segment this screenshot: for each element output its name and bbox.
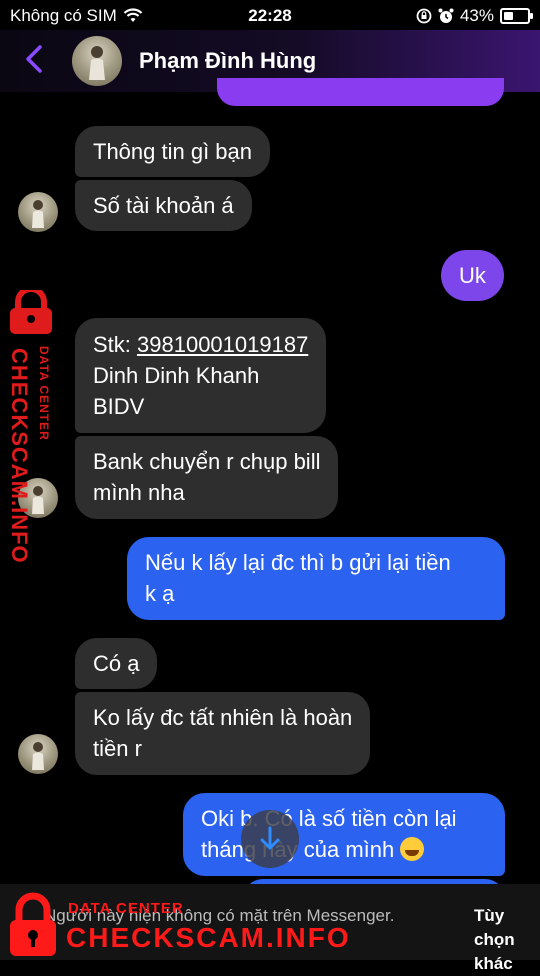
battery-icon <box>500 8 533 24</box>
incoming-message[interactable]: Stk: 39810001019187 Dinh Dinh Khanh BIDV <box>75 318 327 433</box>
message-text: Thông tin gì bạn <box>93 139 253 164</box>
message-line: Ko lấy đc tất nhiên là hoàn <box>93 705 353 730</box>
status-icons: 43% <box>416 6 533 26</box>
sender-avatar[interactable] <box>18 192 58 232</box>
message-line: k ạ <box>145 581 175 606</box>
incoming-message[interactable]: Thông tin gì bạn <box>75 126 271 177</box>
message-line: mình nha <box>93 480 185 505</box>
previous-outgoing-bubble <box>217 78 504 106</box>
battery-level <box>504 12 514 20</box>
outgoing-message[interactable]: Oki b. Có là số tiền còn lại tháng này c… <box>183 793 505 876</box>
account-line: Stk: 39810001019187 <box>93 329 308 360</box>
sender-avatar[interactable] <box>18 734 58 774</box>
battery-percent: 43% <box>459 6 494 25</box>
chevron-left-icon[interactable] <box>18 42 52 76</box>
status-bar: Không có SIM 22:28 43% <box>0 0 540 30</box>
contact-avatar[interactable] <box>72 36 122 86</box>
unavailable-footer: Người này hiện không có mặt trên Messeng… <box>0 884 540 973</box>
laughing-emoji-icon <box>400 837 425 861</box>
outgoing-message[interactable]: Uk <box>441 250 504 301</box>
message-line: Bank chuyển r chụp bill <box>93 449 321 474</box>
account-holder-name: Dinh Dinh Khanh <box>93 363 260 388</box>
message-text: Số tài khoản á <box>93 193 234 218</box>
incoming-message[interactable]: Bank chuyển r chụp bill mình nha <box>75 436 339 519</box>
watermark-brand: CHECKSCAM.INFO <box>7 348 32 564</box>
contact-name[interactable]: Phạm Đình Hùng <box>139 48 316 74</box>
message-text: Có ạ <box>93 651 140 676</box>
account-label: Stk: <box>93 332 138 357</box>
message-text: Uk <box>459 263 486 288</box>
account-number-link[interactable]: 39810001019187 <box>137 332 308 357</box>
orientation-lock-icon <box>416 8 432 24</box>
watermark-subtitle: DATA CENTER <box>37 346 51 441</box>
incoming-message[interactable]: Ko lấy đc tất nhiên là hoàn tiền r <box>75 692 371 775</box>
alarm-icon <box>438 8 454 23</box>
incoming-message[interactable]: Số tài khoản á <box>75 180 252 231</box>
unavailable-notice: Người này hiện không có mặt trên Messeng… <box>44 906 395 925</box>
side-watermark: CHECKSCAM.INFO DATA CENTER <box>2 290 60 564</box>
padlock-watermark-icon <box>10 290 52 334</box>
message-line: Nếu k lấy lại đc thì b gửi lại tiền <box>145 550 451 575</box>
message-line: tiền r <box>93 736 142 761</box>
scroll-to-bottom-button[interactable] <box>241 810 299 868</box>
more-options-link[interactable]: Tùy chọn khác <box>474 904 524 976</box>
bank-name: BIDV <box>93 394 145 419</box>
arrow-down-icon <box>260 826 280 850</box>
outgoing-message[interactable]: Nếu k lấy lại đc thì b gửi lại tiền k ạ <box>127 537 505 620</box>
incoming-message[interactable]: Có ạ <box>75 638 158 689</box>
